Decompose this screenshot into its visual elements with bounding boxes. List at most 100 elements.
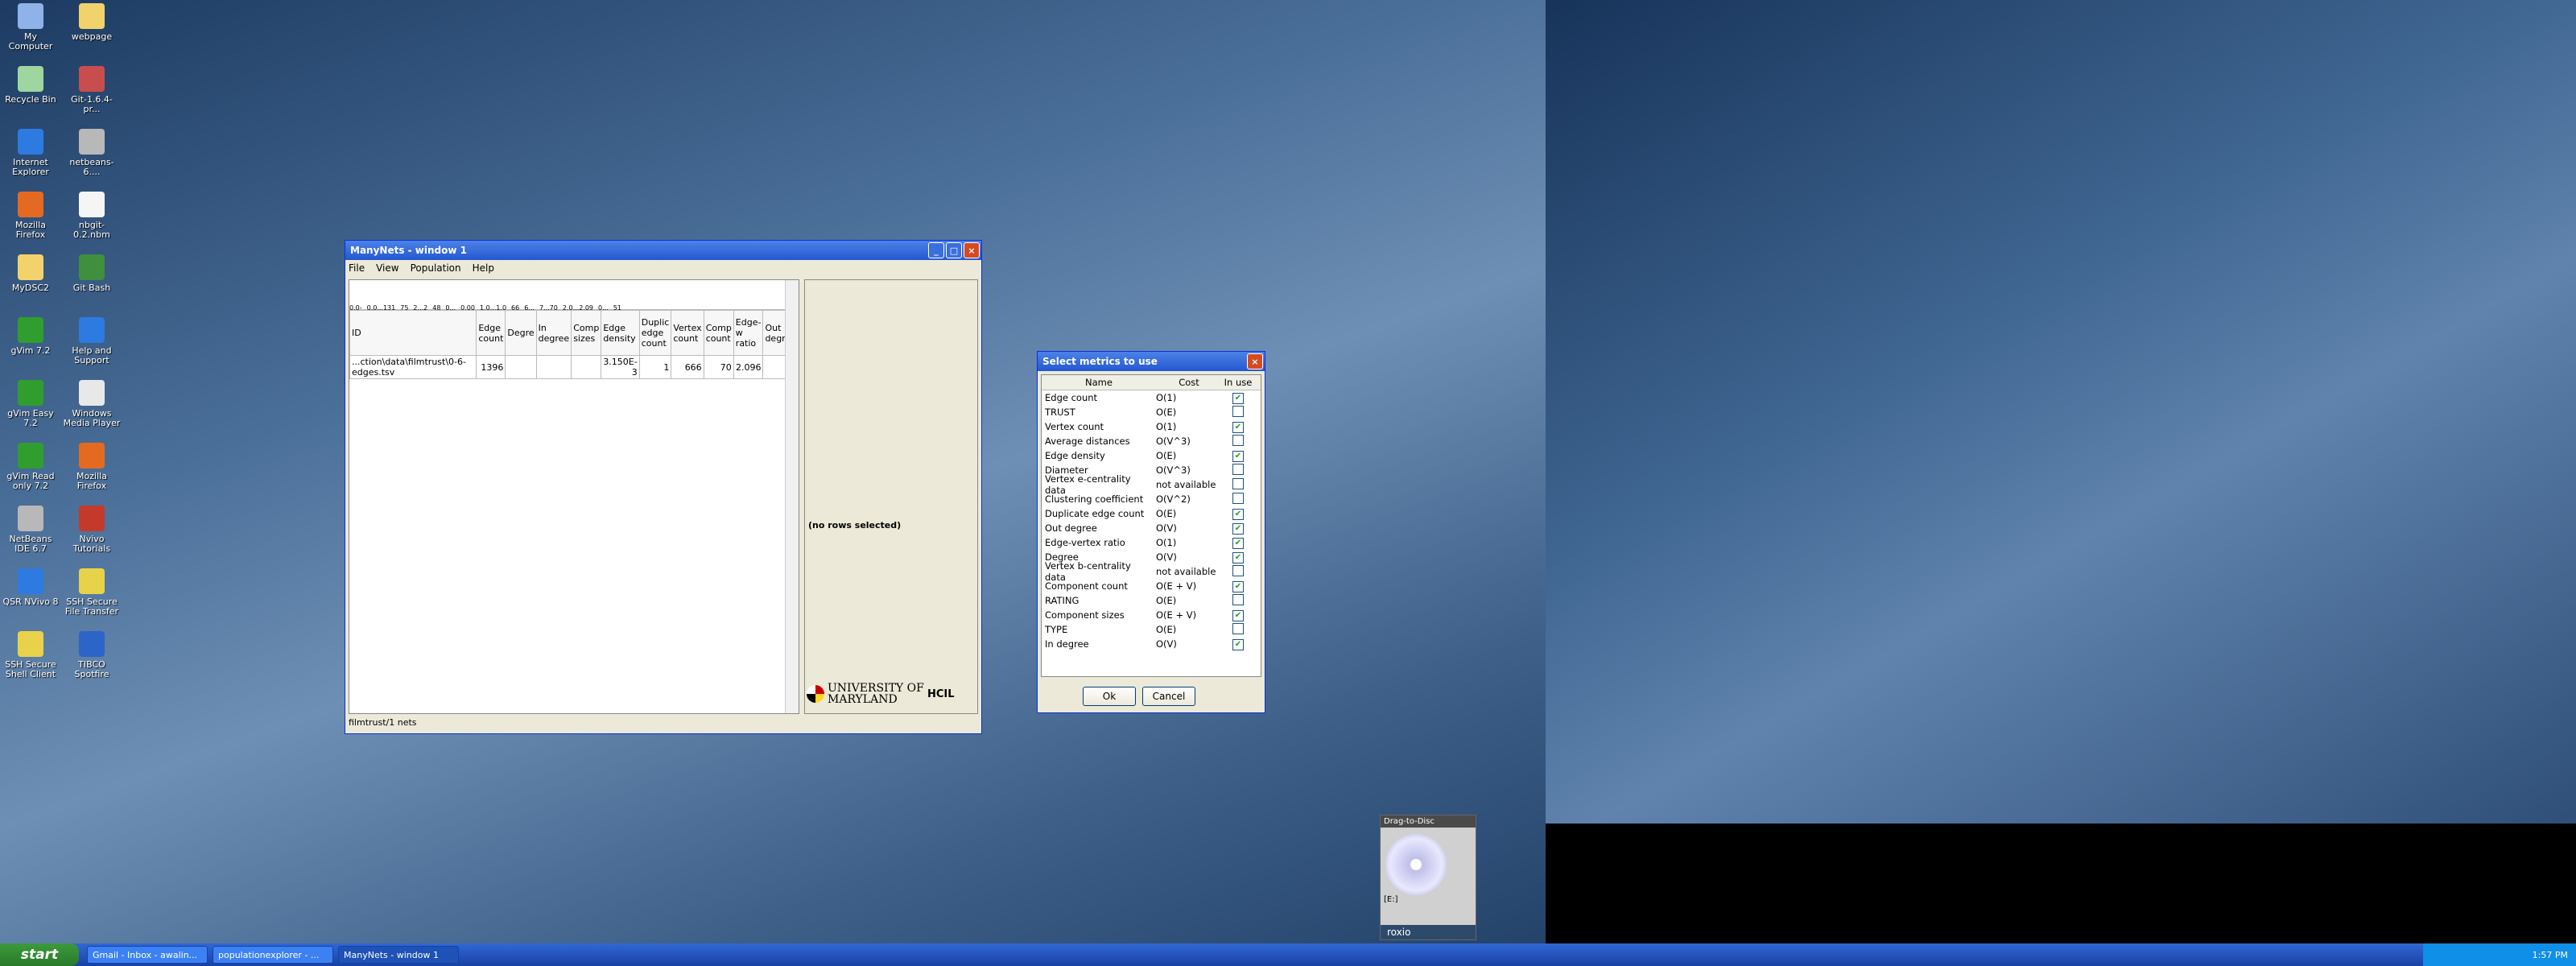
metric-name: Out degree [1045, 522, 1097, 534]
metric-row[interactable]: Out degree O(V) ✔ [1042, 521, 1261, 535]
metrics-dialog[interactable]: Select metrics to use × Name Cost In use… [1037, 351, 1265, 713]
menu-view[interactable]: View [376, 262, 398, 274]
menu-population[interactable]: Population [411, 262, 461, 274]
table-row[interactable]: ...ction\data\filmtrust\0-6-edges.tsv 139… [349, 355, 799, 379]
metrics-dialog-titlebar[interactable]: Select metrics to use × [1038, 352, 1265, 371]
column-header[interactable]: Comp sizes [571, 310, 602, 356]
metric-row[interactable]: Vertex b-centrality data not available [1042, 560, 1261, 583]
manynets-window[interactable]: ManyNets - window 1 _ □ × File View Popu… [345, 240, 982, 734]
desktop-icon[interactable]: Mozilla Firefox [2, 192, 60, 240]
metric-checkbox[interactable] [1232, 434, 1244, 446]
desktop-icon[interactable]: gVim Easy 7.2 [2, 380, 60, 428]
ok-button[interactable]: Ok [1083, 687, 1136, 706]
column-header[interactable]: Duplic edge count [638, 310, 672, 356]
disc-icon[interactable] [1385, 834, 1447, 895]
col-in-use[interactable]: In use [1222, 377, 1254, 388]
metric-checkbox[interactable] [1232, 492, 1244, 504]
desktop-icon[interactable]: MyDSC2 [2, 254, 60, 293]
metric-checkbox[interactable] [1232, 564, 1244, 576]
metric-row[interactable]: In degree O(V) ✔ [1042, 637, 1261, 651]
metric-checkbox[interactable]: ✔ [1232, 639, 1244, 650]
metric-checkbox[interactable]: ✔ [1232, 422, 1244, 433]
desktop-icon[interactable]: gVim Read only 7.2 [2, 443, 60, 491]
desktop-icon[interactable]: Internet Explorer [2, 129, 60, 177]
drive-label: [E:] [1384, 895, 1398, 904]
metric-checkbox[interactable] [1232, 463, 1244, 475]
cancel-button[interactable]: Cancel [1142, 687, 1195, 706]
metric-name: Vertex b-centrality data [1045, 560, 1131, 583]
metric-checkbox[interactable] [1232, 593, 1244, 605]
desktop-icon[interactable]: TIBCO Spotfire [63, 631, 121, 679]
metric-row[interactable]: RATING O(E) [1042, 593, 1261, 608]
metric-row[interactable]: Component sizes O(E + V) ✔ [1042, 608, 1261, 622]
desktop-icon[interactable]: nbgit-0.2.nbm [63, 192, 121, 240]
desktop-icon[interactable]: NetBeans IDE 6.7 [2, 506, 60, 554]
close-icon[interactable]: × [1247, 353, 1263, 369]
desktop-icon[interactable]: Windows Media Player [63, 380, 121, 428]
col-name[interactable]: Name [1042, 377, 1153, 388]
manynets-titlebar[interactable]: ManyNets - window 1 _ □ × [345, 241, 981, 260]
desktop-icon[interactable]: Git Bash [63, 254, 121, 293]
minimize-icon[interactable]: _ [928, 242, 944, 258]
metric-checkbox[interactable]: ✔ [1232, 509, 1244, 520]
metric-row[interactable]: Average distances O(V^3) [1042, 434, 1261, 448]
table-scrollbar[interactable] [785, 280, 799, 713]
metric-checkbox[interactable] [1232, 622, 1244, 634]
desktop-icon[interactable]: netbeans-6.... [63, 129, 121, 177]
clock[interactable]: 1:57 PM [2533, 950, 2568, 960]
desktop-icon[interactable]: webpage [63, 3, 121, 42]
metric-checkbox[interactable]: ✔ [1232, 610, 1244, 621]
column-header[interactable]: ID [349, 310, 477, 356]
metric-checkbox[interactable]: ✔ [1232, 552, 1244, 564]
metric-checkbox[interactable]: ✔ [1232, 538, 1244, 549]
column-header[interactable]: In degree [535, 310, 572, 356]
column-header[interactable]: Degre [505, 310, 537, 356]
metric-row[interactable]: TRUST O(E) [1042, 405, 1261, 419]
metric-cost: O(E) [1156, 450, 1177, 461]
start-button[interactable]: start [0, 943, 79, 966]
col-cost[interactable]: Cost [1153, 377, 1222, 388]
maximize-icon[interactable]: □ [946, 242, 962, 258]
metric-row[interactable]: Edge density O(E) ✔ [1042, 448, 1261, 463]
column-header[interactable]: Edge count [476, 310, 506, 356]
close-icon[interactable]: × [964, 242, 980, 258]
metric-checkbox[interactable]: ✔ [1232, 523, 1244, 535]
task-populationexplorer[interactable]: populationexplorer - ... [213, 946, 333, 964]
desktop-icon[interactable]: Recycle Bin [2, 66, 60, 105]
desktop-icon[interactable]: Nvivo Tutorials [63, 506, 121, 554]
desktop-icon[interactable]: Mozilla Firefox [63, 443, 121, 491]
metric-name: Edge count [1045, 392, 1098, 403]
metric-row[interactable]: Duplicate edge count O(E) ✔ [1042, 506, 1261, 521]
metric-row[interactable]: Vertex e-centrality data not available [1042, 473, 1261, 496]
metric-row[interactable]: Edge count O(1) ✔ [1042, 390, 1261, 405]
task-manynets[interactable]: ManyNets - window 1 [338, 946, 459, 964]
histogram-tick-label: 2.0...2.09 [562, 304, 594, 312]
metric-row[interactable]: Vertex count O(1) ✔ [1042, 419, 1261, 434]
roxio-drag-to-disc[interactable]: Drag-to-Disc [E:] roxio [1380, 815, 1476, 940]
column-header[interactable]: Vertex count [671, 310, 704, 356]
metric-row[interactable]: Edge-vertex ratio O(1) ✔ [1042, 535, 1261, 550]
desktop-icon[interactable]: My Computer [2, 3, 60, 52]
menu-help[interactable]: Help [473, 262, 494, 274]
metric-checkbox[interactable] [1232, 477, 1244, 489]
column-header[interactable]: Edge-w ratio [733, 310, 764, 356]
metric-row[interactable]: Clustering coefficient O(V^2) [1042, 492, 1261, 506]
desktop-icon[interactable]: Git-1.6.4-pr... [63, 66, 121, 114]
desktop-icon[interactable]: gVim 7.2 [2, 317, 60, 356]
spotfire-icon [79, 631, 105, 657]
metric-checkbox[interactable] [1232, 405, 1244, 417]
system-tray: 1:57 PM [2423, 943, 2576, 966]
desktop-icon[interactable]: Help and Support [63, 317, 121, 365]
desktop-icon[interactable]: QSR NVivo 8 [2, 568, 60, 607]
menu-file[interactable]: File [349, 262, 365, 274]
desktop-icon[interactable]: SSH Secure Shell Client [2, 631, 60, 679]
column-header[interactable]: Comp count [703, 310, 734, 356]
metric-checkbox[interactable]: ✔ [1232, 451, 1244, 462]
task-gmail[interactable]: Gmail - Inbox - awalin... [87, 946, 208, 964]
metric-checkbox[interactable]: ✔ [1232, 393, 1244, 404]
metric-row[interactable]: TYPE O(E) [1042, 622, 1261, 637]
column-header[interactable]: Edge density [601, 310, 640, 356]
desktop-icon[interactable]: SSH Secure File Transfer [63, 568, 121, 617]
metric-row[interactable]: Component count O(E + V) ✔ [1042, 579, 1261, 593]
metric-checkbox[interactable]: ✔ [1232, 581, 1244, 592]
